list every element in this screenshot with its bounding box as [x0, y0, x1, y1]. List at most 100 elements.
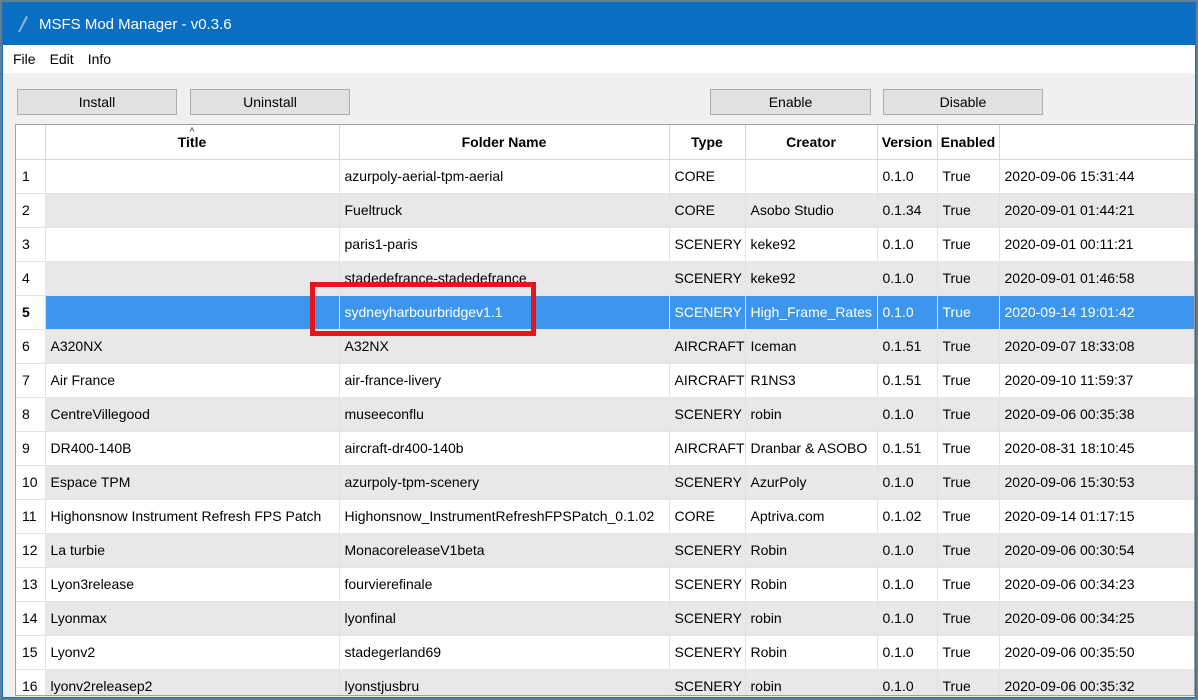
cell-type[interactable]: SCENERY [669, 261, 746, 296]
cell-creator[interactable]: robin [745, 397, 878, 432]
row-number[interactable]: 3 [16, 227, 46, 262]
cell-title[interactable]: Lyonmax [45, 601, 340, 636]
cell-enabled[interactable]: True [937, 295, 1000, 330]
cell-installed[interactable]: 2020-09-14 19:01:42 [999, 295, 1194, 330]
cell-type[interactable]: SCENERY [669, 533, 746, 568]
cell-folder-name[interactable]: stadedefrance-stadedefrance [339, 261, 670, 296]
cell-installed[interactable]: 2020-09-01 01:46:58 [999, 261, 1194, 296]
cell-version[interactable]: 0.1.0 [877, 397, 938, 432]
menu-info[interactable]: Info [84, 51, 121, 67]
row-number[interactable]: 7 [16, 363, 46, 398]
column-header-type[interactable]: Type [669, 125, 746, 160]
cell-folder-name[interactable]: MonacoreleaseV1beta [339, 533, 670, 568]
cell-version[interactable]: 0.1.0 [877, 465, 938, 500]
table-row[interactable]: 10 Espace TPM azurpoly-tpm-scenery SCENERY A… [16, 465, 1194, 500]
cell-installed[interactable]: 2020-09-07 18:33:08 [999, 329, 1194, 364]
cell-folder-name[interactable]: stadegerland69 [339, 635, 670, 670]
row-number[interactable]: 5 [16, 295, 46, 330]
cell-installed[interactable]: 2020-09-06 15:31:44 [999, 159, 1194, 194]
cell-enabled[interactable]: True [937, 397, 1000, 432]
cell-enabled[interactable]: True [937, 499, 1000, 534]
table-row[interactable]: 6 A320NX A32NX AIRCRAFT Iceman 0.1.51 True 2020… [16, 329, 1194, 364]
cell-creator[interactable] [745, 159, 878, 194]
cell-enabled[interactable]: True [937, 635, 1000, 670]
cell-version[interactable]: 0.1.0 [877, 601, 938, 636]
cell-creator[interactable]: Iceman [745, 329, 878, 364]
row-number[interactable]: 1 [16, 159, 46, 194]
cell-version[interactable]: 0.1.0 [877, 295, 938, 330]
cell-title[interactable]: CentreVillegood [45, 397, 340, 432]
cell-version[interactable]: 0.1.0 [877, 159, 938, 194]
row-number[interactable]: 4 [16, 261, 46, 296]
cell-type[interactable]: SCENERY [669, 601, 746, 636]
row-number[interactable]: 16 [16, 669, 46, 695]
column-header-version[interactable]: Version [877, 125, 938, 160]
cell-installed[interactable]: 2020-08-31 18:10:45 [999, 431, 1194, 466]
uninstall-button[interactable]: Uninstall [190, 89, 350, 115]
cell-title[interactable]: Highonsnow Instrument Refresh FPS Patch [45, 499, 340, 534]
cell-version[interactable]: 0.1.34 [877, 193, 938, 228]
cell-enabled[interactable]: True [937, 261, 1000, 296]
cell-folder-name[interactable]: sydneyharbourbridgev1.1 [339, 295, 670, 330]
row-number[interactable]: 11 [16, 499, 46, 534]
cell-creator[interactable]: High_Frame_Rates [745, 295, 878, 330]
column-header-creator[interactable]: Creator [745, 125, 878, 160]
cell-creator[interactable]: keke92 [745, 227, 878, 262]
cell-enabled[interactable]: True [937, 601, 1000, 636]
table-row[interactable]: 4 stadedefrance-stadedefrance SCENERY keke9… [16, 261, 1194, 296]
cell-type[interactable]: SCENERY [669, 295, 746, 330]
cell-enabled[interactable]: True [937, 193, 1000, 228]
table-row[interactable]: 14 Lyonmax lyonfinal SCENERY robin 0.1.0 True 2… [16, 601, 1194, 636]
cell-creator[interactable]: Asobo Studio [745, 193, 878, 228]
cell-enabled[interactable]: True [937, 465, 1000, 500]
cell-type[interactable]: CORE [669, 499, 746, 534]
cell-type[interactable]: AIRCRAFT [669, 329, 746, 364]
cell-folder-name[interactable]: Fueltruck [339, 193, 670, 228]
cell-type[interactable]: SCENERY [669, 227, 746, 262]
column-header-folder-name[interactable]: Folder Name [339, 125, 670, 160]
cell-enabled[interactable]: True [937, 431, 1000, 466]
cell-title[interactable]: Espace TPM [45, 465, 340, 500]
cell-folder-name[interactable]: lyonstjusbru [339, 669, 670, 695]
cell-folder-name[interactable]: azurpoly-aerial-tpm-aerial [339, 159, 670, 194]
row-number[interactable]: 14 [16, 601, 46, 636]
cell-folder-name[interactable]: museeconflu [339, 397, 670, 432]
row-number[interactable]: 9 [16, 431, 46, 466]
cell-creator[interactable]: keke92 [745, 261, 878, 296]
enable-button[interactable]: Enable [710, 89, 871, 115]
row-number[interactable]: 8 [16, 397, 46, 432]
cell-version[interactable]: 0.1.51 [877, 363, 938, 398]
cell-enabled[interactable]: True [937, 669, 1000, 695]
install-button[interactable]: Install [17, 89, 177, 115]
cell-installed[interactable]: 2020-09-01 01:44:21 [999, 193, 1194, 228]
cell-title[interactable]: Lyon3release [45, 567, 340, 602]
cell-enabled[interactable]: True [937, 159, 1000, 194]
cell-type[interactable]: CORE [669, 159, 746, 194]
cell-creator[interactable]: Robin [745, 533, 878, 568]
table-row[interactable]: 5 sydneyharbourbridgev1.1 SCENERY High_Fram… [16, 295, 1194, 330]
cell-folder-name[interactable]: aircraft-dr400-140b [339, 431, 670, 466]
cell-version[interactable]: 0.1.0 [877, 227, 938, 262]
table-row[interactable]: 3 paris1-paris SCENERY keke92 0.1.0 True 2020-… [16, 227, 1194, 262]
cell-folder-name[interactable]: lyonfinal [339, 601, 670, 636]
cell-installed[interactable]: 2020-09-06 00:35:50 [999, 635, 1194, 670]
cell-installed[interactable]: 2020-09-14 01:17:15 [999, 499, 1194, 534]
table-row[interactable]: 16 lyonv2releasep2 lyonstjusbru SCENERY robi… [16, 669, 1194, 695]
cell-enabled[interactable]: True [937, 567, 1000, 602]
cell-enabled[interactable]: True [937, 227, 1000, 262]
row-number[interactable]: 15 [16, 635, 46, 670]
cell-folder-name[interactable]: Highonsnow_InstrumentRefreshFPSPatch_0.1… [339, 499, 670, 534]
row-number[interactable]: 6 [16, 329, 46, 364]
disable-button[interactable]: Disable [883, 89, 1043, 115]
cell-enabled[interactable]: True [937, 329, 1000, 364]
cell-title[interactable]: Air France [45, 363, 340, 398]
cell-type[interactable]: SCENERY [669, 397, 746, 432]
cell-installed[interactable]: 2020-09-06 00:30:54 [999, 533, 1194, 568]
column-header-installed[interactable] [999, 125, 1194, 160]
column-header-title[interactable]: ^ Title [45, 125, 340, 160]
table-row[interactable]: 12 La turbie MonacoreleaseV1beta SCENERY Rob… [16, 533, 1194, 568]
cell-installed[interactable]: 2020-09-06 15:30:53 [999, 465, 1194, 500]
cell-title[interactable] [45, 295, 340, 330]
cell-version[interactable]: 0.1.0 [877, 261, 938, 296]
table-row[interactable]: 8 CentreVillegood museeconflu SCENERY robin 0… [16, 397, 1194, 432]
